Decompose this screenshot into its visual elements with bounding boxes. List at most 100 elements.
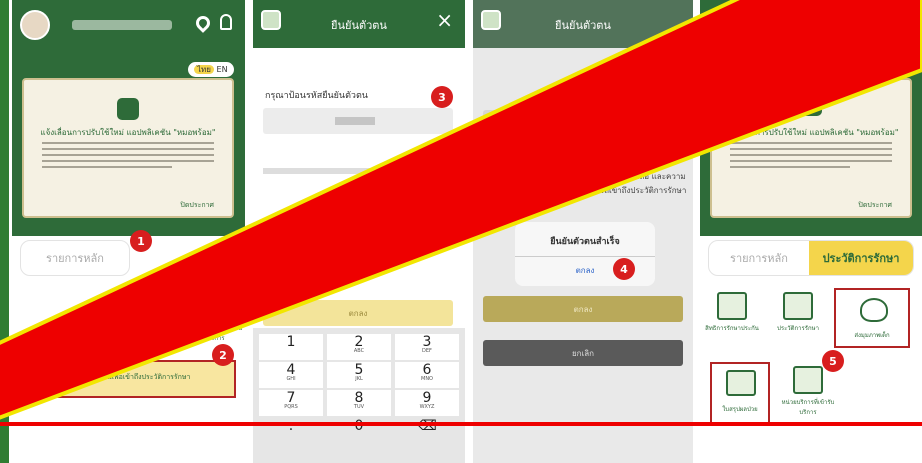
verify-description: การยืนยันตัวตน เป็นการเพิ่มระดับความน่าเ… [481, 172, 687, 209]
banner-text-line [42, 148, 214, 150]
keypad-key[interactable]: 8 TUV [327, 390, 391, 416]
tile-label: หน่วยบริการที่เข้ารับบริการ [781, 399, 835, 416]
banner-title: แจ้งเลื่อนการปรับใช้ใหม่ แอปพลิเคชัน "หม… [723, 128, 899, 137]
numeric-keypad: 1 2 ABC 3 DEF 4 GHI 5 JKL 6 MNO 7 PQRS 8 TUV 9 WXYZ. 0 ⌫ [253, 328, 465, 463]
announcement-banner[interactable]: แจ้งเลื่อนการปรับใช้ใหม่ แอปพลิเคชัน "หม… [710, 78, 912, 218]
step-badge-2: 2 [212, 344, 234, 366]
history-icon [783, 292, 813, 320]
tile-treatment-history[interactable]: ประวัติการรักษา [770, 292, 826, 333]
tile-label: ประวัติการรักษา [777, 325, 819, 332]
heart-icon [860, 298, 888, 322]
otp-title: ยืนยันตัวตน [331, 19, 387, 32]
tab-main-list[interactable]: รายการหลัก [709, 241, 809, 275]
tile-insurance-rights[interactable]: สิทธิการรักษาประกัน [704, 292, 760, 333]
avatar[interactable] [20, 10, 50, 40]
key-letters: PQRS [284, 404, 298, 410]
main-tabs: รายการหลัก ประวัติการรักษา [708, 240, 914, 276]
key-digit: ⌫ [417, 418, 437, 434]
key-letters: GHI [286, 376, 296, 382]
lang-thai[interactable]: ไทย [194, 65, 214, 74]
keypad-key[interactable]: 2 ABC [327, 334, 391, 360]
app-logo-icon [117, 98, 139, 120]
keypad-key[interactable]: . [259, 418, 323, 444]
tab-main-list[interactable]: รายการหลัก [21, 241, 129, 275]
banner-close-link[interactable]: ปิดประกาศ [180, 200, 214, 211]
otp-screen: ยืนยันตัวตน × กรุณาป้อนรหัสยืนยันตัวตน 3… [253, 0, 465, 463]
main-tabs: รายการหลัก [20, 240, 130, 276]
tile-health-record-highlight[interactable]: ส่งมุมภาพเด็ก [834, 288, 910, 348]
announcement-banner[interactable]: แจ้งเลื่อนการปรับใช้ใหม่ แอปพลิเคชัน "หม… [22, 78, 234, 218]
lang-en[interactable]: EN [217, 65, 228, 74]
success-dialog: ยืนยันตัวตนสำเร็จ ตกลง [515, 222, 655, 286]
language-toggle[interactable]: ไทย EN [188, 62, 234, 77]
keypad-key[interactable]: 7 PQRS [259, 390, 323, 416]
banner-close-link[interactable]: ปิดประกาศ [858, 200, 892, 211]
close-icon[interactable]: × [436, 10, 453, 30]
tab-treatment-history[interactable]: ประวัติการรักษา [809, 241, 913, 275]
keypad-key[interactable]: 1 [259, 334, 323, 360]
username-blur [72, 20, 172, 30]
verify-title: ยืนยันตัวตน [555, 19, 611, 32]
step-badge-1: 1 [130, 230, 152, 252]
verify-input-dim [483, 110, 681, 136]
key-digit: 0 [354, 418, 364, 434]
verify-label: ยืนยันตัวตนเพื่อเข้าถึงประวัติการรักษา [76, 373, 191, 381]
key-digit: 1 [286, 334, 296, 350]
dialog-divider [515, 256, 655, 257]
verify-ok-button[interactable]: ตกลง [483, 296, 683, 322]
key-letters: TUV [353, 404, 365, 410]
verify-header: ยืนยันตัวตน [473, 0, 693, 48]
language-toggle[interactable]: ไทย EN [868, 62, 914, 77]
banner-text-line [42, 154, 214, 156]
building-icon [793, 366, 823, 394]
banner-text-line [730, 142, 892, 144]
banner-text-line [730, 154, 892, 156]
otp-header: ยืนยันตัวตน × [253, 0, 465, 48]
tile-label: หน่วยบริการที่เข้ารับบริการ [189, 325, 243, 342]
key-letters: DEF [422, 348, 432, 354]
otp-line [263, 168, 453, 174]
banner-title: แจ้งเลื่อนการปรับใช้ใหม่ แอปพลิเคชัน "หม… [40, 128, 216, 137]
home-screen: ไทย EN แจ้งเลื่อนการปรับใช้ใหม่ แอปพลิเค… [12, 0, 245, 463]
lang-thai[interactable]: ไทย [874, 65, 894, 74]
step-badge-4: 4 [613, 258, 635, 280]
bell-icon[interactable] [220, 14, 232, 30]
verify-identity-button[interactable]: ยืนยันตัวตนเพื่อเข้าถึงประวัติการรักษา [36, 360, 236, 398]
banner-text-line [42, 160, 214, 162]
key-letters: WXYZ [419, 404, 435, 410]
keypad-key[interactable]: 6 MNO [395, 362, 459, 388]
step-badge-3: 3 [431, 86, 453, 108]
left-edge-bar [0, 0, 9, 463]
keypad-key[interactable]: 0 [327, 418, 391, 444]
banner-text-line [730, 160, 892, 162]
tile-service-unit[interactable]: หน่วยบริการที่เข้ารับบริการ [188, 292, 244, 343]
keypad-key[interactable]: 5 JKL [327, 362, 391, 388]
home-after-verify: ไทย EN แจ้งเลื่อนการปรับใช้ใหม่ แอปพลิเค… [700, 0, 922, 463]
tile-service-unit[interactable]: หน่วยบริการที่เข้ารับบริการ [780, 366, 836, 417]
key-letters: JKL [355, 376, 363, 382]
banner-text-line [42, 142, 214, 144]
key-letters: ABC [353, 348, 365, 354]
banner-text-line [42, 166, 172, 168]
id-card-icon [44, 367, 70, 391]
banner-text-line [730, 148, 892, 150]
tile-label: สิทธิการรักษาประกัน [705, 325, 759, 332]
otp-prompt: กรุณาป้อนรหัสยืนยันตัวตน [265, 91, 368, 101]
keypad-key[interactable]: 4 GHI [259, 362, 323, 388]
key-letters: MNO [421, 376, 433, 382]
cancel-button[interactable]: ยกเลิก [483, 340, 683, 366]
keypad-key[interactable]: ⌫ [395, 418, 459, 444]
location-icon[interactable] [193, 13, 213, 33]
certificate-icon [726, 370, 756, 396]
lang-en[interactable]: EN [897, 65, 908, 74]
keypad-key[interactable]: 3 DEF [395, 334, 459, 360]
document-icon [717, 292, 747, 320]
dialog-title: ยืนยันตัวตนสำเร็จ [550, 237, 620, 247]
keypad-key[interactable]: 9 WXYZ [395, 390, 459, 416]
tile-label: ส่งมุมภาพเด็ก [854, 332, 890, 339]
key-digit: . [288, 418, 294, 434]
tile-label: ใบสรุปผลป่วย [722, 406, 758, 413]
otp-ok-button[interactable]: ตกลง [263, 300, 453, 326]
tile-certificate-highlight[interactable]: ใบสรุปผลป่วย [710, 362, 770, 424]
otp-input[interactable] [263, 108, 453, 134]
